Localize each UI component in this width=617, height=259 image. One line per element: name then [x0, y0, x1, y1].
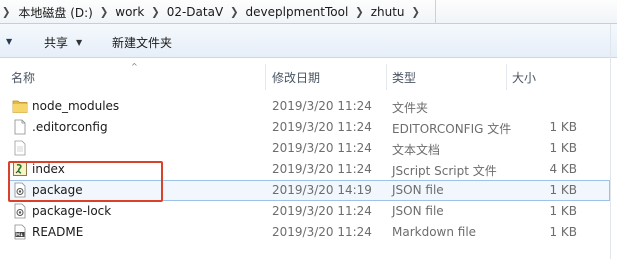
- column-header-type[interactable]: 类型: [392, 69, 416, 86]
- file-size: 1 KB: [549, 183, 577, 197]
- file-date: 2019/3/20 14:19: [272, 183, 372, 197]
- sort-ascending-icon: ^: [131, 62, 138, 71]
- file-name: node_modules: [32, 99, 120, 113]
- folder-icon: [12, 100, 28, 113]
- new-folder-label: 新建文件夹: [112, 36, 173, 50]
- file-name: .editorconfig: [32, 120, 108, 134]
- file-date: 2019/3/20 11:24: [272, 162, 372, 176]
- share-dropdown-icon: ▼: [76, 38, 83, 47]
- file-size: 1 KB: [549, 225, 577, 239]
- command-toolbar: ▼ 共享 ▼ 新建文件夹: [0, 24, 617, 58]
- breadcrumb-item-datav[interactable]: 02-DataV: [165, 5, 225, 19]
- file-name: README: [32, 225, 84, 239]
- file-date: 2019/3/20 11:24: [272, 225, 372, 239]
- file-row-node-modules[interactable]: node_modules 2019/3/20 11:24 文件夹: [0, 96, 617, 117]
- file-type: EDITORCONFIG 文件: [392, 122, 512, 136]
- file-type: 文件夹: [392, 101, 429, 115]
- share-button[interactable]: 共享 ▼: [44, 34, 82, 51]
- chevron-right-icon[interactable]: ❯: [225, 6, 243, 18]
- column-divider[interactable]: [386, 64, 387, 90]
- chevron-right-icon[interactable]: ❯: [146, 6, 164, 18]
- file-type: JScript Script 文件: [392, 164, 497, 178]
- new-folder-button[interactable]: 新建文件夹: [112, 34, 172, 51]
- column-header-name[interactable]: 名称: [11, 69, 35, 86]
- file-size: 1 KB: [549, 204, 577, 218]
- column-header-size[interactable]: 大小: [512, 69, 536, 86]
- file-size: 4 KB: [549, 162, 577, 176]
- text-file-icon: [14, 140, 26, 156]
- breadcrumb: ❯ 本地磁盘 (D:) ❯ work ❯ 02-DataV ❯ deveplpm…: [2, 4, 425, 20]
- file-size: 1 KB: [549, 120, 577, 134]
- column-headers: ^ 名称 修改日期 类型 大小: [0, 58, 617, 94]
- file-row-package-lock[interactable]: package-lock 2019/3/20 11:24 JSON file 1…: [0, 201, 617, 222]
- breadcrumb-item-zhutu[interactable]: zhutu: [369, 5, 407, 19]
- file-row-text-document[interactable]: 2019/3/20 11:24 文本文档 1 KB: [0, 138, 617, 159]
- breadcrumb-item-devtool[interactable]: deveplpmentTool: [244, 5, 351, 19]
- chevron-right-icon[interactable]: ❯: [95, 6, 113, 18]
- organize-dropdown-icon[interactable]: ▼: [6, 37, 12, 46]
- file-row-editorconfig[interactable]: .editorconfig 2019/3/20 11:24 EDITORCONF…: [0, 117, 617, 138]
- breadcrumb-item-work[interactable]: work: [113, 5, 146, 19]
- file-type: JSON file: [392, 183, 444, 197]
- file-date: 2019/3/20 11:24: [272, 141, 372, 155]
- blank-file-icon: [14, 119, 26, 135]
- json-file-icon: [14, 203, 26, 219]
- address-bar[interactable]: ❯ 本地磁盘 (D:) ❯ work ❯ 02-DataV ❯ deveplpm…: [0, 0, 617, 24]
- file-date: 2019/3/20 11:24: [272, 120, 372, 134]
- chevron-right-icon[interactable]: ❯: [350, 6, 368, 18]
- file-type: 文本文档: [392, 143, 441, 157]
- file-row-readme[interactable]: README 2019/3/20 11:24 Markdown file 1 K…: [0, 222, 617, 243]
- chevron-right-icon[interactable]: ❯: [2, 6, 16, 18]
- address-divider: [435, 0, 436, 24]
- annotation-highlight-box: [8, 161, 163, 202]
- column-divider[interactable]: [265, 64, 266, 90]
- file-type: JSON file: [392, 204, 444, 218]
- breadcrumb-item-drive[interactable]: 本地磁盘 (D:): [16, 4, 94, 21]
- chevron-right-icon[interactable]: ❯: [407, 6, 425, 18]
- file-date: 2019/3/20 11:24: [272, 99, 372, 113]
- file-type: Markdown file: [392, 225, 477, 239]
- pane-edge: [610, 24, 611, 259]
- column-header-date[interactable]: 修改日期: [272, 69, 320, 86]
- file-name: package-lock: [32, 204, 112, 218]
- file-size: 1 KB: [549, 141, 577, 155]
- column-divider[interactable]: [506, 64, 507, 90]
- markdown-file-icon: [14, 224, 26, 240]
- share-label: 共享: [44, 36, 69, 50]
- file-date: 2019/3/20 11:24: [272, 204, 372, 218]
